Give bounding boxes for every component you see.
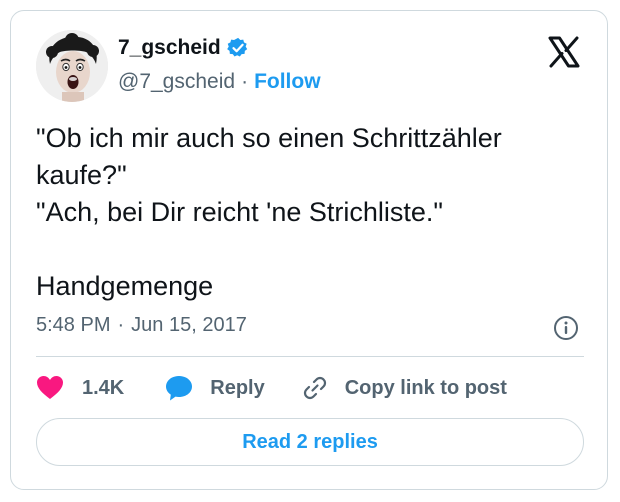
tweet-text: "Ob ich mir auch so einen Schrittzähler …: [36, 123, 502, 301]
tweet-date: Jun 15, 2017: [131, 314, 247, 336]
follow-button[interactable]: Follow: [254, 70, 321, 94]
reply-label: Reply: [210, 376, 265, 399]
copy-link-label: Copy link to post: [344, 376, 507, 399]
info-icon[interactable]: [553, 315, 579, 341]
read-replies-button[interactable]: Read 2 replies: [36, 418, 584, 466]
like-button[interactable]: 1.4K: [36, 375, 124, 401]
author-display-name[interactable]: 7_gscheid: [118, 36, 221, 60]
copy-link-button[interactable]: Copy link to post: [301, 374, 507, 402]
avatar[interactable]: [36, 30, 108, 102]
handle-separator: ·: [241, 70, 249, 93]
read-replies-label: Read 2 replies: [242, 430, 378, 453]
author-handle[interactable]: @7_gscheid: [118, 70, 235, 94]
tweet-timestamp[interactable]: 5:48 PM · Jun 15, 2017: [36, 314, 247, 337]
like-count: 1.4K: [82, 376, 125, 399]
link-icon: [303, 376, 326, 400]
verified-badge-icon: [226, 37, 249, 59]
avatar-image: [36, 30, 108, 102]
x-logo-icon[interactable]: [546, 34, 582, 70]
divider: [36, 356, 584, 357]
speech-bubble-icon: [166, 376, 193, 401]
action-bar: 1.4K Reply Copy link to post: [36, 370, 507, 406]
heart-icon: [37, 376, 63, 399]
author-handle-row: @7_gscheid · Follow: [118, 70, 321, 94]
tweet-time: 5:48 PM: [36, 314, 111, 336]
reply-button[interactable]: Reply: [164, 374, 265, 402]
timestamp-separator: ·: [117, 314, 125, 336]
author-name-row: 7_gscheid: [118, 36, 249, 60]
